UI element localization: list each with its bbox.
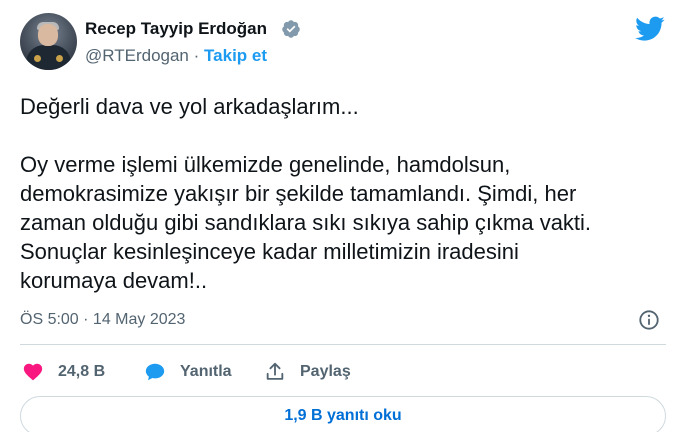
avatar-face-shape [38, 24, 58, 46]
tweet-timestamp[interactable]: ÖS 5:00 · 14 May 2023 [20, 311, 185, 329]
like-button[interactable]: 24,8 B [22, 359, 105, 385]
divider [20, 344, 666, 345]
speech-bubble-icon [145, 363, 165, 381]
share-upload-icon [266, 362, 284, 380]
share-button[interactable]: Paylaş [264, 359, 351, 385]
twitter-bird-icon[interactable] [635, 16, 665, 42]
separator-dot: · [193, 46, 200, 65]
avatar-insignia-shape [34, 55, 41, 62]
follow-link[interactable]: Takip et [204, 46, 267, 65]
like-count: 24,8 B [58, 363, 106, 380]
info-icon[interactable] [638, 309, 660, 331]
avatar-insignia-shape [56, 55, 63, 62]
reply-button[interactable]: Yanıtla [144, 359, 232, 385]
author-avatar[interactable] [20, 13, 77, 70]
verified-badge-icon [282, 20, 300, 38]
author-handle-line: @RTErdogan · Takip et [85, 46, 267, 66]
avatar-body-shape [26, 45, 71, 70]
author-name[interactable]: Recep Tayyip Erdoğan [85, 19, 267, 39]
share-label: Paylaş [300, 363, 351, 380]
heart-icon [23, 363, 43, 381]
read-replies-button[interactable]: 1,9 B yanıtı oku [20, 396, 666, 432]
reply-label: Yanıtla [180, 363, 232, 380]
embedded-tweet-card: Recep Tayyip Erdoğan @RTErdogan · Takip … [0, 0, 686, 432]
tweet-text: Değerli dava ve yol arkadaşlarım... Oy v… [20, 94, 592, 293]
author-handle[interactable]: @RTErdogan [85, 46, 189, 65]
